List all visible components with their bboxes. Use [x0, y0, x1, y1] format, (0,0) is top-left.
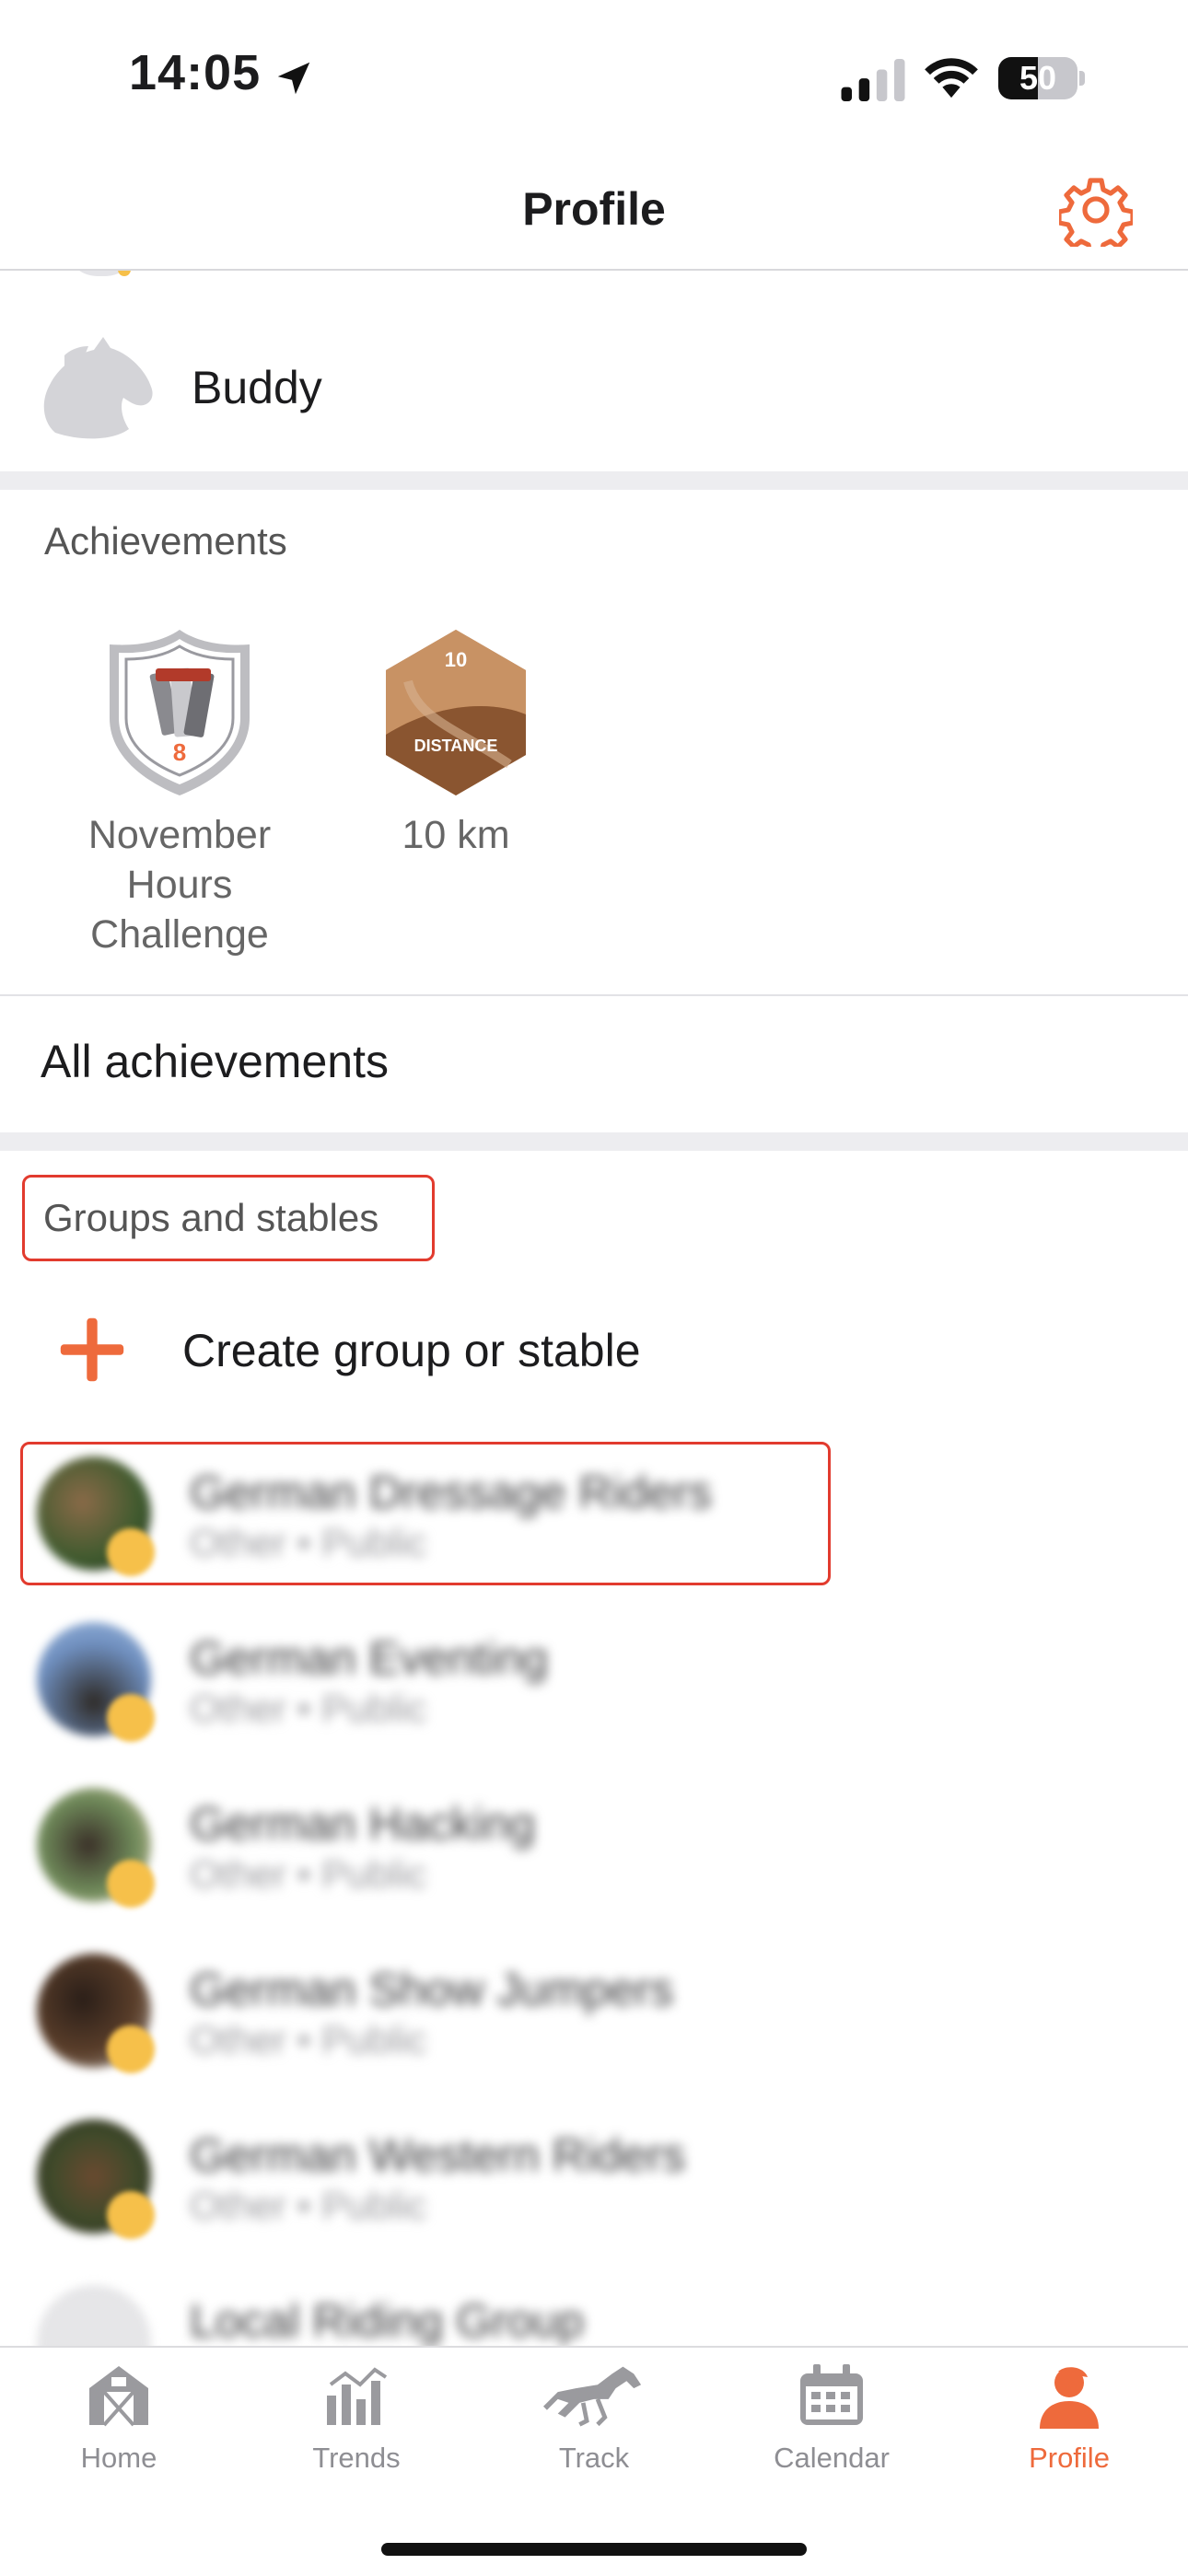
previous-horse-badge — [118, 271, 131, 276]
achievement-10km[interactable]: 10 DISTANCE 10 km — [341, 626, 571, 860]
group-badge-icon — [107, 2025, 155, 2073]
battery-nub — [1079, 71, 1085, 86]
tab-calendar[interactable]: Calendar — [713, 2362, 950, 2510]
group-item[interactable]: German Western Riders Other • Public — [0, 2088, 1188, 2254]
group-meta: Other • Public — [190, 2018, 427, 2061]
group-item[interactable]: German Show Jumpers Other • Public — [0, 1922, 1188, 2088]
group-badge-icon — [107, 1694, 155, 1742]
battery-indicator: 50 — [998, 57, 1077, 99]
battery-text: 50 — [1019, 59, 1057, 97]
shield-badge-icon: 8 — [110, 630, 250, 795]
group-name: Local Riding Group — [190, 2295, 585, 2346]
status-time: 14:05 — [129, 45, 262, 100]
barn-icon — [89, 2366, 148, 2427]
achievements-header: Achievements — [44, 519, 287, 563]
plus-icon — [60, 1317, 124, 1382]
group-item[interactable]: German Eventing Other • Public — [0, 1591, 1188, 1757]
groups-header-highlight: Groups and stables — [22, 1175, 435, 1261]
nav-bar: Profile — [0, 147, 1188, 271]
tab-trends[interactable]: Trends — [238, 2362, 475, 2510]
tab-track[interactable]: Track — [475, 2362, 713, 2510]
cellular-signal-icon — [841, 59, 905, 101]
shield-badge-number: 8 — [173, 738, 186, 766]
group-item[interactable]: German Hacking Other • Public — [0, 1757, 1188, 1922]
tab-home[interactable]: Home — [0, 2362, 238, 2510]
all-achievements-link[interactable]: All achievements — [41, 1035, 389, 1088]
divider — [0, 994, 1188, 996]
tab-label: Home — [80, 2442, 157, 2474]
bar-chart-icon — [327, 2367, 388, 2425]
gear-icon[interactable] — [1059, 173, 1133, 247]
group-meta: Other • Public — [190, 1687, 427, 1730]
home-indicator — [381, 2543, 807, 2556]
status-bar: 14:05 50 — [0, 0, 1188, 147]
create-group-button[interactable]: Create group or stable — [0, 1293, 1188, 1403]
running-horse-icon — [543, 2366, 642, 2427]
page-title: Profile — [522, 183, 666, 235]
section-separator — [0, 471, 1188, 490]
group-name: German Hacking — [190, 1798, 536, 1850]
horse-row[interactable]: Buddy — [0, 317, 1188, 455]
group-item[interactable]: Local Riding Group — [0, 2254, 1188, 2346]
hexagon-badge-number: 10 — [445, 648, 467, 671]
hexagon-badge-icon: 10 DISTANCE — [386, 630, 526, 795]
profile-content[interactable]: Buddy Achievements 8 November Hours Chal… — [0, 271, 1188, 2346]
wifi-icon — [925, 58, 978, 99]
group-name: German Western Riders — [190, 2129, 686, 2181]
tab-label: Profile — [1029, 2442, 1110, 2474]
group-avatar — [37, 2285, 151, 2346]
group-badge-icon — [107, 2191, 155, 2239]
group-name: German Show Jumpers — [190, 1964, 674, 2015]
group-highlight-box — [20, 1442, 831, 1585]
group-meta: Other • Public — [190, 2184, 427, 2227]
group-name: German Eventing — [190, 1632, 549, 1684]
achievement-label-line: Hours — [126, 863, 233, 907]
horse-head-icon — [43, 337, 153, 439]
groups-header: Groups and stables — [43, 1196, 379, 1239]
achievement-label-line: Challenge — [90, 912, 269, 957]
tab-label: Trends — [312, 2442, 401, 2474]
tab-profile[interactable]: Profile — [950, 2362, 1188, 2510]
hexagon-badge-caption: DISTANCE — [414, 737, 498, 755]
section-separator — [0, 1132, 1188, 1151]
horse-name: Buddy — [192, 362, 322, 413]
tab-label: Calendar — [774, 2442, 890, 2474]
person-icon — [1040, 2367, 1099, 2429]
group-meta: Other • Public — [190, 1852, 427, 1896]
achievement-label-line: 10 km — [402, 813, 510, 857]
group-badge-icon — [107, 1860, 155, 1908]
achievement-november-hours[interactable]: 8 November Hours Challenge — [55, 626, 304, 959]
achievement-label-line: November — [87, 813, 272, 857]
create-group-label: Create group or stable — [182, 1325, 641, 1376]
location-arrow-icon — [277, 62, 310, 95]
calendar-icon — [800, 2364, 863, 2425]
tab-bar: Home Trends Track Calendar Profile — [0, 2346, 1188, 2576]
tab-label: Track — [558, 2442, 630, 2474]
